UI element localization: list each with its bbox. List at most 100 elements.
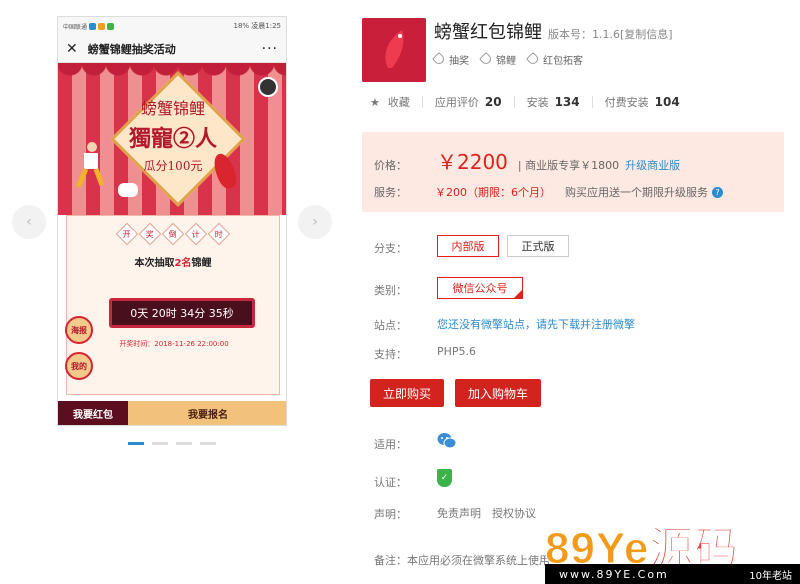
upgrade-link[interactable]: 升级商业版 (625, 157, 680, 173)
rating-label: 应用评价 (434, 96, 479, 109)
dog-illustration (118, 183, 138, 197)
license-link[interactable]: 授权协议 (492, 505, 536, 521)
site-watermark: 89Ye源码 www.89YE.Com 10年老站 (544, 512, 800, 584)
service-note: 购买应用送一个期限升级服务 (565, 186, 708, 199)
tag-label: 抽奖 (449, 56, 469, 67)
carousel-dot[interactable] (152, 442, 168, 445)
chevron-left-icon: ‹ (26, 214, 32, 230)
carrier-label: 中国联通 (63, 23, 88, 31)
support-label: 支持： (374, 348, 407, 361)
help-icon[interactable]: ? (712, 186, 723, 198)
star-icon[interactable]: ★ (370, 96, 380, 109)
app-icon-small (107, 22, 115, 30)
countdown-heading: 开 奖 倒 计 时 (67, 222, 279, 246)
countdown-timer: 0天 20时 34分 35秒 (109, 298, 255, 328)
selected-check-icon (513, 289, 523, 299)
price-panel: 价格： ￥2200 | 商业版专享￥1800 升级商业版 服务： ￥200（期限… (362, 132, 784, 212)
watermark-url: www.89YE.Com (559, 567, 669, 581)
favorite-button[interactable]: 收藏 (388, 94, 410, 110)
branch-official-option[interactable]: 正式版 (507, 235, 569, 257)
paid-install-label: 付费安装 (604, 96, 649, 109)
install-label: 安装 (526, 96, 549, 109)
phone-nav-bar: ✕ 螃蟹锦鲤抽奖活动 ··· (58, 35, 286, 63)
add-to-cart-button[interactable]: 加入购物车 (455, 379, 541, 407)
category-value: 微信公众号 (452, 282, 508, 295)
countdown-heading-char: 时 (215, 229, 223, 239)
phone-preview: 中国联通 18% 凌晨1:25 ✕ 螃蟹锦鲤抽奖活动 ··· 螃蟹锦鲤 獨寵②人… (57, 16, 287, 426)
music-icon[interactable] (258, 77, 278, 97)
rating-value: 20 (484, 95, 502, 109)
tag-item[interactable]: 抽奖 (431, 51, 469, 67)
carousel-dot[interactable] (176, 442, 192, 445)
paid-install-value: 104 (654, 95, 680, 109)
app-note: 备注：本应用必须在微擎系统上使用 (374, 554, 550, 567)
status-right: 18% 凌晨1:25 (233, 22, 281, 30)
countdown-card: 开 奖 倒 计 时 本次抽取2名锦鲤 0天 20时 34分 35秒 开奖时间：2… (65, 215, 280, 395)
promo-banner: 螃蟹锦鲤 獨寵②人 瓜分100元 (58, 63, 286, 215)
carousel-indicators (128, 442, 216, 445)
draw-count-number: 2名 (174, 258, 192, 269)
site-register-link[interactable]: 您还没有微擎站点，请先下载并注册微擎 (437, 316, 635, 332)
countdown-heading-char: 计 (192, 229, 200, 239)
support-value: PHP5.6 (437, 345, 477, 358)
more-icon[interactable]: ··· (262, 41, 278, 57)
tag-icon (478, 51, 494, 67)
tab-signup[interactable]: 我要报名 (128, 401, 286, 425)
category-label: 类别： (374, 284, 407, 297)
price-value: ￥2200 (437, 150, 508, 174)
service-value: ￥200（期限：6个月） (435, 186, 551, 199)
site-label: 站点： (374, 319, 407, 332)
draw-count-prefix: 本次抽取 (134, 258, 175, 269)
close-icon[interactable]: ✕ (66, 41, 78, 57)
statement-label: 声明： (374, 508, 407, 521)
branch-internal-label: 内部版 (451, 240, 485, 253)
draw-time: 开奖时间：2018-11-26 22:00:00 (119, 340, 229, 348)
branch-internal-option[interactable]: 内部版 (437, 235, 499, 257)
watermark-years: 10年老站 (749, 570, 792, 582)
poster-button[interactable]: 海报 (65, 316, 93, 344)
tag-icon (525, 51, 541, 67)
tab-get-redpacket[interactable]: 我要红包 (58, 401, 128, 425)
tag-item[interactable]: 红包拓客 (525, 51, 583, 67)
carousel-prev-button[interactable]: ‹ (12, 205, 46, 239)
category-wechat-option[interactable]: 微信公众号 (437, 277, 523, 299)
draw-count-text: 本次抽取2名锦鲤 (67, 254, 279, 269)
carousel-next-button[interactable]: › (298, 205, 332, 239)
mine-button[interactable]: 我的 (65, 352, 93, 380)
apply-label: 适用： (374, 438, 407, 451)
app-stats: ★ 收藏 应用评价 20 安装 134 付费安装 104 (370, 94, 680, 110)
price-label: 价格： (374, 159, 407, 172)
tag-label: 红包拓客 (543, 56, 583, 67)
app-logo (362, 18, 426, 82)
app-icon-small (89, 22, 97, 30)
phone-nav-title: 螃蟹锦鲤抽奖活动 (87, 42, 176, 56)
carousel-dot[interactable] (128, 442, 144, 445)
cert-label: 认证： (374, 476, 407, 489)
app-tags: 抽奖 锦鲤 红包拓客 (431, 51, 583, 67)
certified-shield-icon: ✓ (437, 469, 452, 487)
app-header: 螃蟹红包锦鲤 版本号：1.1.6[复制信息] (434, 18, 673, 44)
service-label: 服务： (374, 186, 407, 199)
app-icon-small (98, 22, 106, 30)
running-person-illustration (75, 142, 104, 189)
wechat-icon (437, 433, 457, 449)
app-version[interactable]: 版本号：1.1.6[复制信息] (548, 26, 673, 42)
countdown-heading-char: 奖 (146, 229, 154, 239)
tag-label: 锦鲤 (496, 56, 516, 67)
business-price: | 商业版专享￥1800 (517, 159, 620, 172)
chevron-right-icon: › (312, 214, 318, 230)
draw-count-suffix: 锦鲤 (191, 258, 212, 269)
install-value: 134 (554, 95, 580, 109)
branch-label: 分支： (374, 242, 407, 255)
app-title: 螃蟹红包锦鲤 (434, 22, 542, 43)
countdown-heading-char: 开 (123, 229, 131, 239)
tag-item[interactable]: 锦鲤 (478, 51, 516, 67)
carousel-dot[interactable] (200, 442, 216, 445)
countdown-heading-char: 倒 (169, 229, 177, 239)
disclaimer-link[interactable]: 免责声明 (437, 505, 481, 521)
phone-status-bar: 中国联通 18% 凌晨1:25 (58, 17, 286, 35)
buy-now-button[interactable]: 立即购买 (370, 379, 444, 407)
branch-official-label: 正式版 (521, 240, 555, 253)
phone-bottom-tabs: 我要红包 我要报名 (58, 401, 286, 425)
banner-line1: 螃蟹锦鲤 (140, 99, 205, 118)
